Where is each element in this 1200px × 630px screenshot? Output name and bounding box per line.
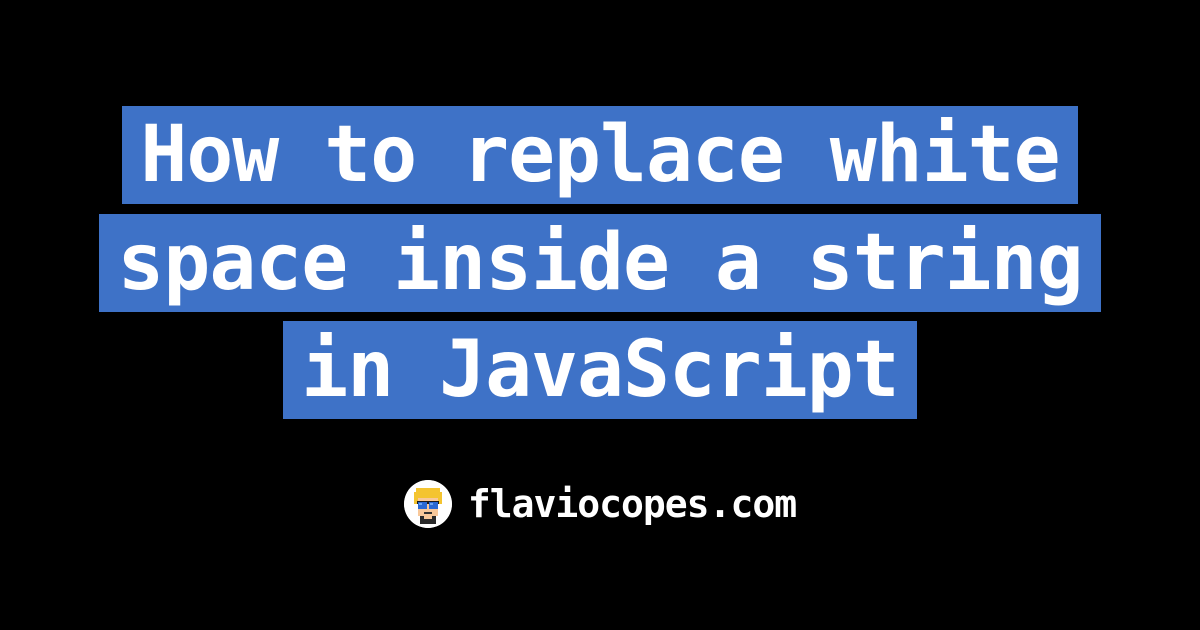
avatar-icon xyxy=(404,480,452,528)
title-container: How to replace white space inside a stri… xyxy=(70,102,1130,425)
footer: flaviocopes.com xyxy=(404,480,796,528)
avatar-pixel-art xyxy=(404,480,452,528)
page-title: How to replace white space inside a stri… xyxy=(99,106,1100,419)
site-name: flaviocopes.com xyxy=(468,482,796,526)
